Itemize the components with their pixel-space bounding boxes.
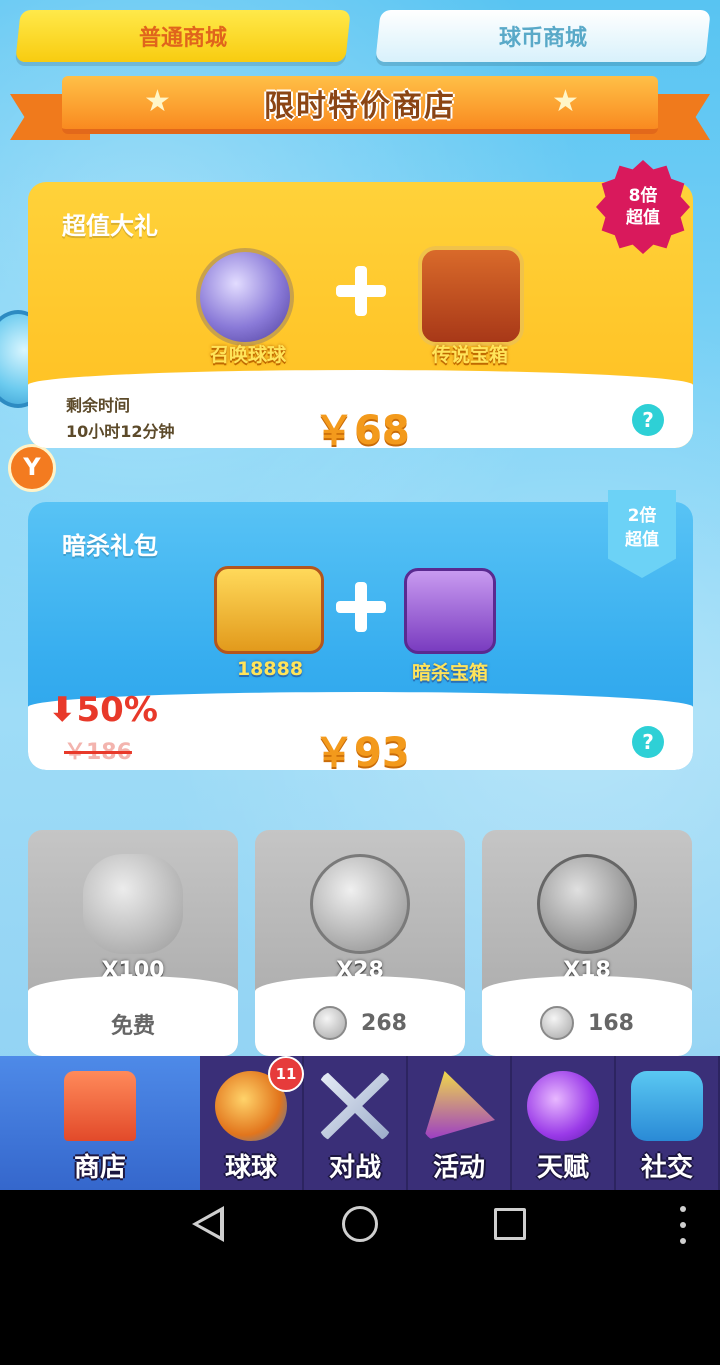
star-icon: ★: [552, 84, 579, 119]
deal-title: 超值大礼: [62, 212, 158, 240]
shop-icon: [64, 1071, 136, 1141]
item-label: 召唤球球: [209, 344, 286, 366]
nav-talent[interactable]: 天赋: [512, 1056, 616, 1190]
down-arrow-icon: ⬇: [48, 690, 77, 730]
discount-label: ⬇50%: [48, 690, 158, 730]
notification-badge: 11: [268, 1056, 304, 1092]
help-icon[interactable]: ?: [632, 726, 664, 758]
snowflake-ball-icon: [310, 854, 410, 954]
bottom-navigation: 商店 球球 11 对战 活动 天赋 社交: [0, 1056, 720, 1190]
item-label: 暗杀宝箱: [411, 662, 488, 684]
nav-balls[interactable]: 球球 11: [200, 1056, 304, 1190]
deal-price: ￥68: [314, 408, 410, 448]
silver-coin-icon: [313, 1006, 348, 1040]
timer-label: 剩余时间: [66, 396, 131, 415]
crossed-swords-icon: [319, 1071, 391, 1141]
back-icon[interactable]: [192, 1206, 224, 1242]
help-icon[interactable]: ?: [632, 404, 664, 436]
home-icon[interactable]: [342, 1206, 378, 1242]
timer-value: 10小时12分钟: [66, 422, 175, 441]
banner-title: 限时特价商店: [264, 88, 456, 124]
item-label: 传说宝箱: [431, 344, 508, 366]
tab-coin-mall[interactable]: 球币商城: [375, 10, 711, 62]
nav-battle[interactable]: 对战: [304, 1056, 408, 1190]
plus-icon: [336, 582, 386, 632]
original-price: ￥186: [64, 740, 132, 765]
party-popper-icon: [423, 1071, 495, 1141]
tab-normal-mall[interactable]: 普通商城: [15, 10, 351, 62]
shop-screen: 普通商城 球币商城 限时特价商店 ★ ★ Y 超值大礼 召唤球球 传说宝箱 剩余…: [0, 0, 720, 1190]
item-label: 18888: [236, 658, 304, 680]
deal-price: ￥93: [314, 730, 410, 770]
more-options-icon[interactable]: [680, 1206, 686, 1244]
star-icon: ★: [144, 84, 171, 119]
coin-currency-icon[interactable]: Y: [8, 444, 56, 492]
shop-tile-chain[interactable]: X18 168: [482, 830, 692, 1056]
legendary-chest-icon: [418, 246, 524, 346]
nav-social[interactable]: 社交: [616, 1056, 720, 1190]
tile-cost: 168: [482, 1006, 692, 1040]
gold-coin-chest-icon: [214, 566, 324, 654]
recent-apps-icon[interactable]: [494, 1208, 526, 1240]
plus-icon: [336, 266, 386, 316]
silver-coin-icon: [540, 1006, 575, 1040]
deal-card-super-gift[interactable]: 超值大礼 召唤球球 传说宝箱 剩余时间 10小时12分钟 ￥68 ?: [28, 182, 693, 448]
chat-heart-icon: [631, 1071, 703, 1141]
planet-icon: [527, 1071, 599, 1141]
deal-title: 暗杀礼包: [62, 532, 158, 560]
summon-ball-icon: [196, 248, 294, 346]
silver-coins-icon: [83, 854, 183, 954]
shop-tile-coins[interactable]: X100 免费: [28, 830, 238, 1056]
nav-events[interactable]: 活动: [408, 1056, 512, 1190]
tile-cost: 免费: [110, 1014, 155, 1039]
shop-tile-snowflake[interactable]: X28 268: [255, 830, 465, 1056]
assassin-chest-icon: [404, 568, 496, 654]
limited-sale-banner: 限时特价商店 ★ ★: [10, 72, 710, 152]
tile-cost: 268: [255, 1006, 465, 1040]
nav-shop[interactable]: 商店: [0, 1056, 200, 1190]
system-navigation-bar: [0, 1190, 720, 1260]
chain-ball-icon: [537, 854, 637, 954]
